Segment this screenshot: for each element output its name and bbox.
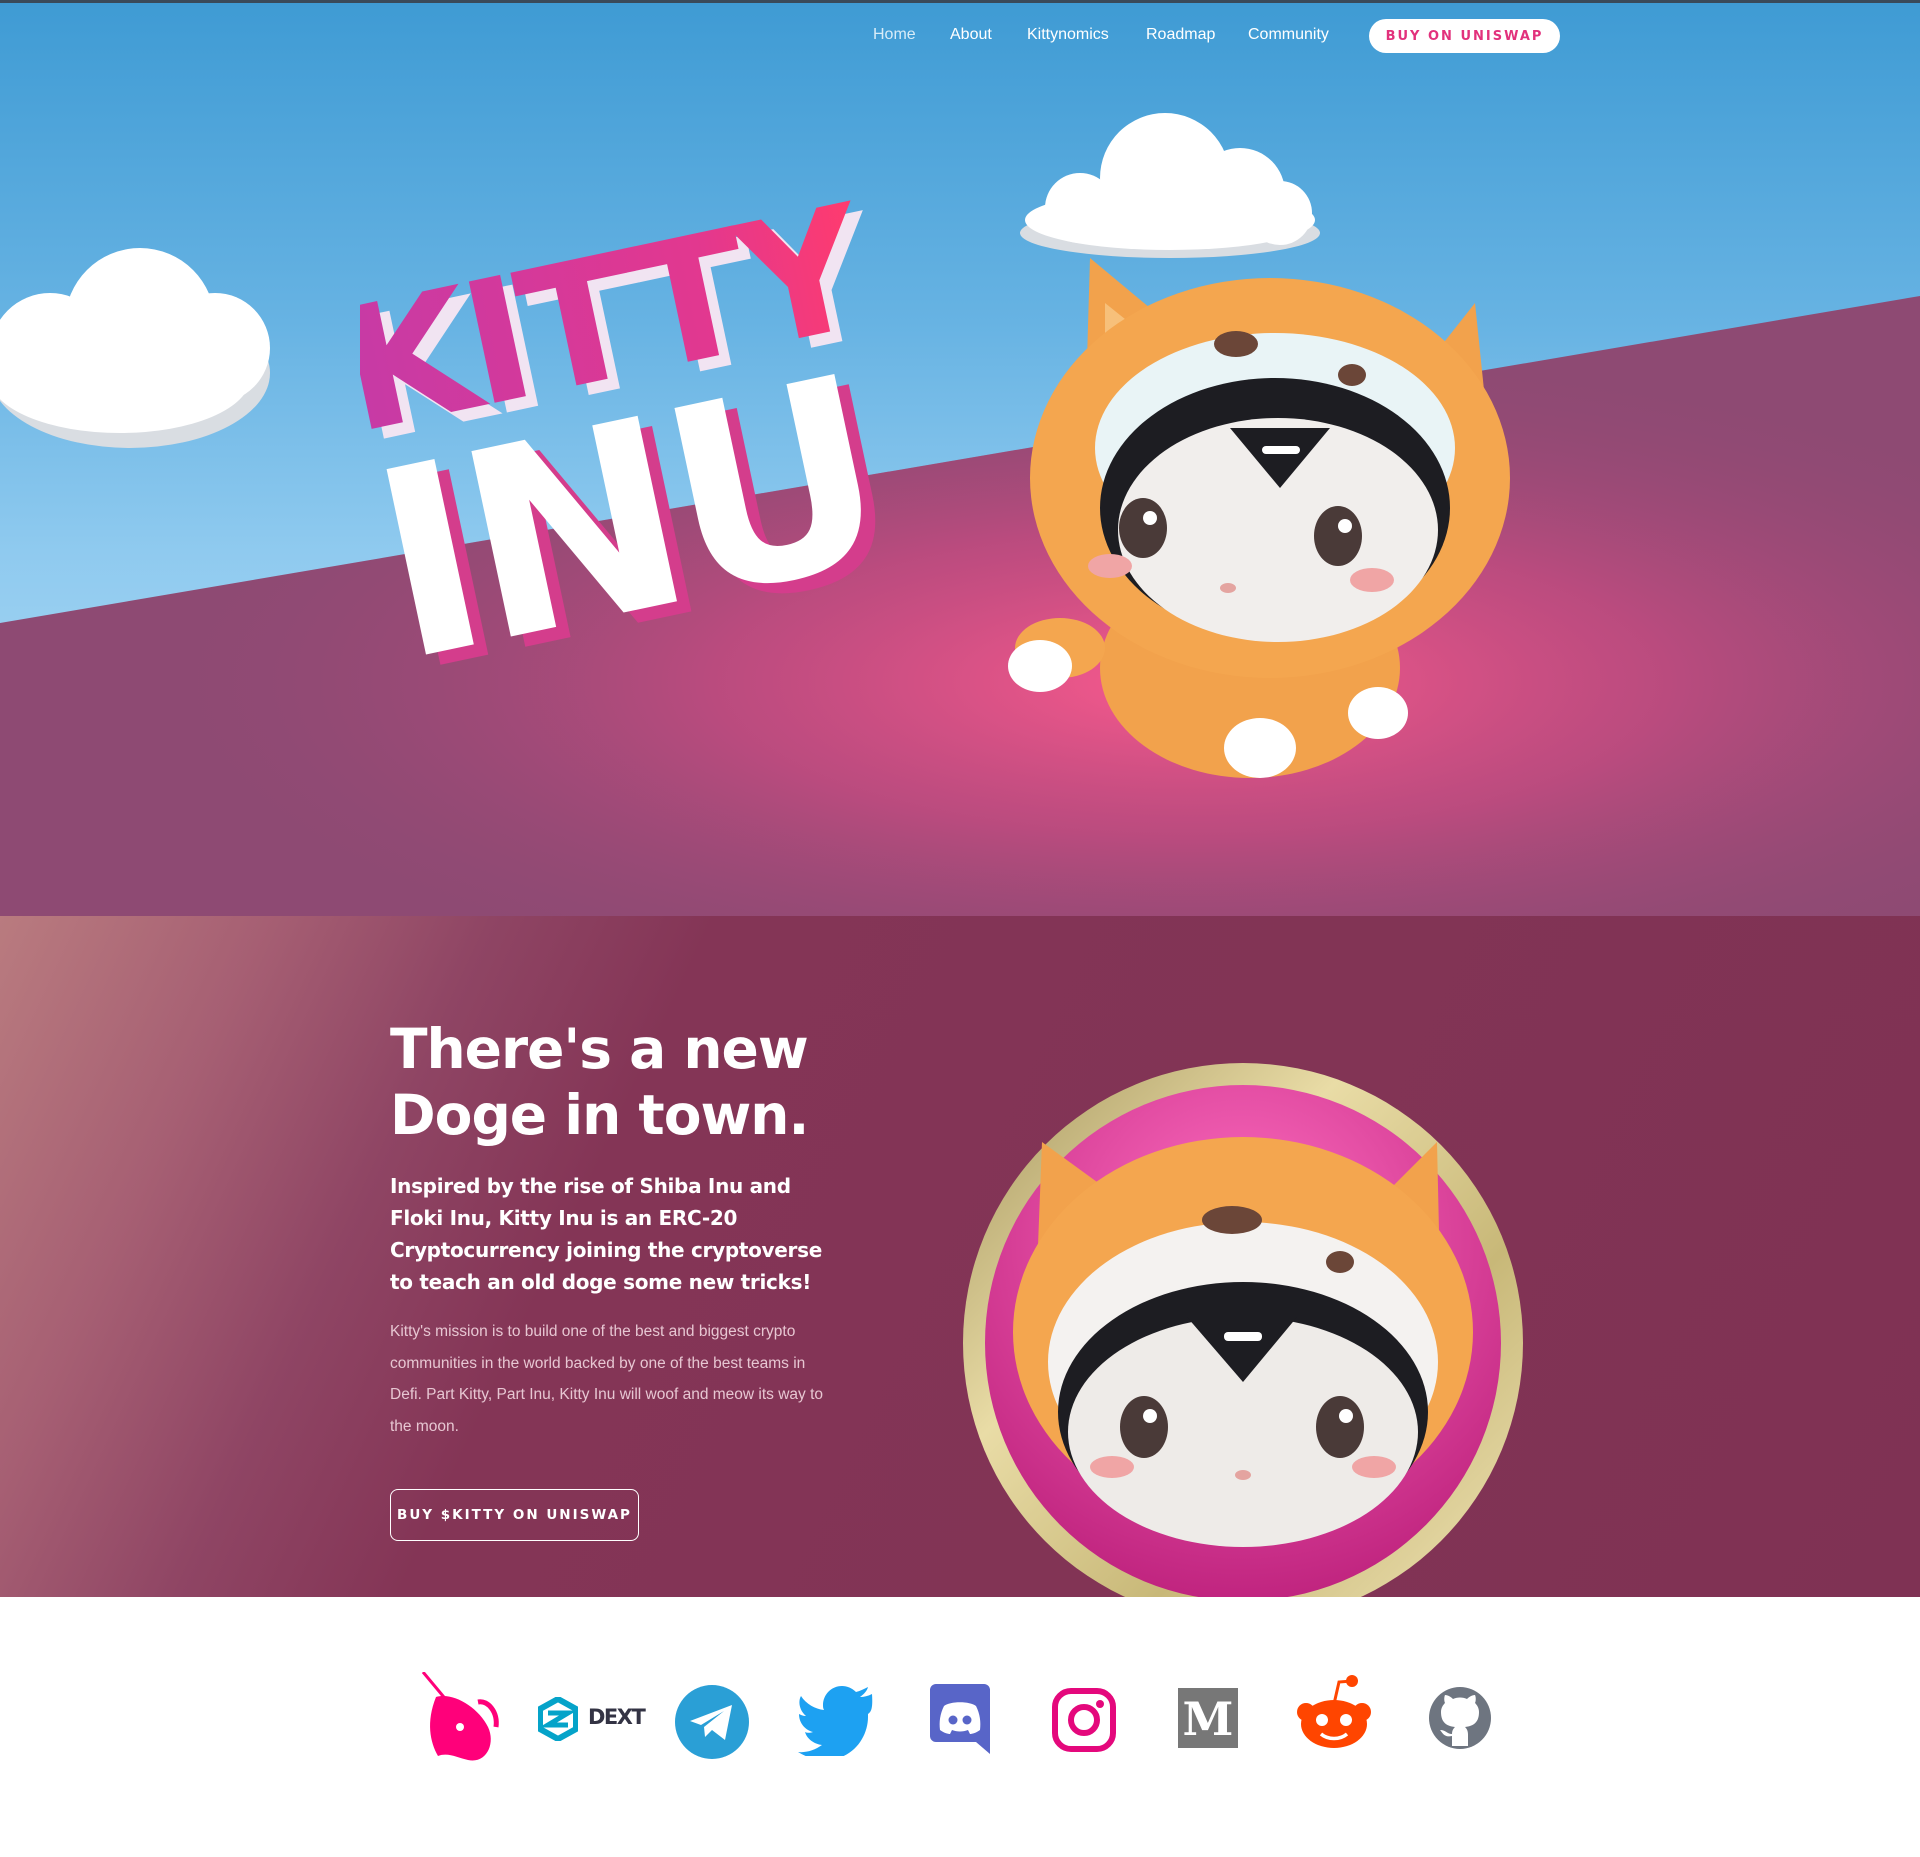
medium-icon: M	[1178, 1688, 1238, 1748]
nav-about[interactable]: About	[950, 26, 992, 44]
discord-link[interactable]	[930, 1672, 990, 1772]
about-lead: Inspired by the rise of Shiba Inu and Fl…	[390, 1174, 822, 1294]
svg-text:M: M	[1183, 1692, 1234, 1746]
uniswap-icon	[421, 1671, 499, 1761]
cloud-left	[0, 248, 270, 448]
twitter-icon	[798, 1686, 873, 1760]
nav-community[interactable]: Community	[1248, 26, 1329, 44]
nav-kittynomics[interactable]: Kittynomics	[1027, 26, 1109, 44]
dextools-link[interactable]: DEXT	[538, 1672, 646, 1772]
kitty-medallion	[963, 1063, 1523, 1623]
telegram-icon	[675, 1685, 749, 1759]
kitty-inu-logo: KITTY KITTY INU INU	[360, 198, 915, 730]
nav-home[interactable]: Home	[873, 26, 916, 44]
github-icon	[1429, 1687, 1491, 1749]
social-links: DEXT M	[0, 1597, 1920, 1857]
uniswap-link[interactable]	[418, 1671, 508, 1772]
telegram-link[interactable]	[674, 1672, 750, 1772]
dext-label: DEXT	[588, 1705, 646, 1729]
discord-icon	[930, 1684, 990, 1754]
reddit-icon	[1297, 1675, 1371, 1748]
main-nav: Home About Kittynomics Roadmap Community…	[0, 19, 1920, 59]
instagram-link[interactable]	[1052, 1672, 1116, 1772]
buy-kitty-button[interactable]: BUY $KITTY ON UNISWAP	[390, 1489, 639, 1541]
dextools-icon	[538, 1697, 578, 1741]
twitter-link[interactable]	[798, 1672, 874, 1772]
buy-on-uniswap-button[interactable]: BUY ON UNISWAP	[1369, 19, 1560, 53]
nav-roadmap[interactable]: Roadmap	[1146, 26, 1215, 44]
github-link[interactable]	[1428, 1672, 1492, 1772]
hero-section: KITTY KITTY INU INU Home About Kittynomi…	[0, 0, 1920, 916]
about-title: There's a new Doge in town.	[390, 1017, 809, 1147]
reddit-link[interactable]	[1296, 1672, 1372, 1772]
medium-link[interactable]: M	[1178, 1672, 1238, 1772]
instagram-icon	[1052, 1688, 1116, 1752]
kitty-mascot	[1008, 258, 1510, 778]
about-section: There's a new Doge in town. Inspired by …	[0, 916, 1920, 1623]
about-body: Kitty's mission is to build one of the b…	[390, 1323, 824, 1435]
